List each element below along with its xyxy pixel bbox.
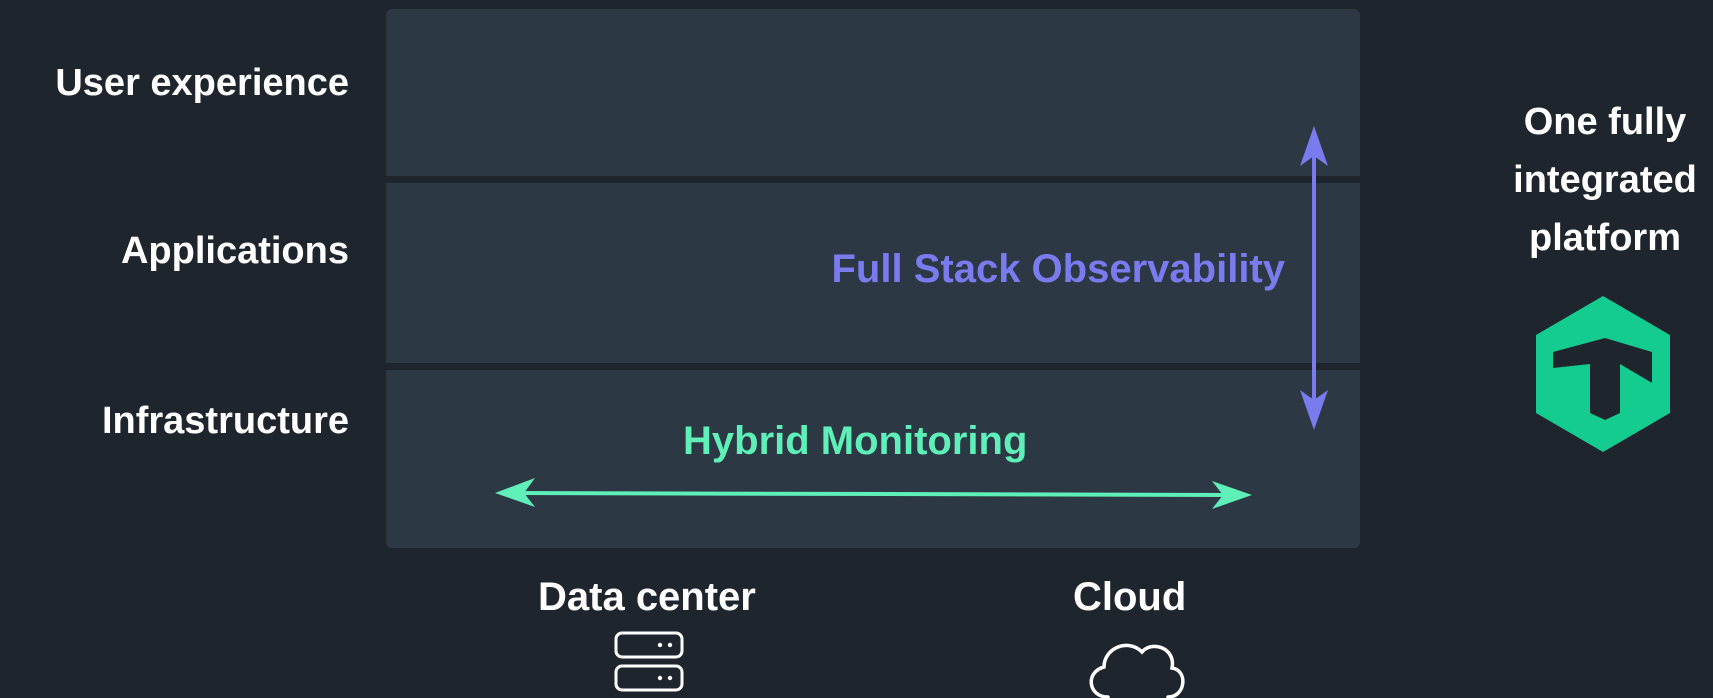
- hybrid-arrow: [495, 478, 1252, 509]
- diagram-canvas: User experience Applications Infrastruct…: [0, 0, 1713, 698]
- data-center-label: Data center: [538, 575, 756, 619]
- hexagon-logo-icon: [1536, 296, 1670, 452]
- platform-line-2: integrated: [1513, 159, 1697, 201]
- cloud-label: Cloud: [1073, 575, 1187, 619]
- full-stack-arrow: [1300, 126, 1328, 430]
- hybrid-label: Hybrid Monitoring: [683, 419, 1028, 463]
- platform-line-1: One fully: [1523, 101, 1687, 143]
- platform-line-3: platform: [1529, 217, 1681, 259]
- cloud-icon: [1089, 643, 1185, 698]
- platform-caption: One fully integrated platform: [1490, 93, 1713, 267]
- server-icon: [614, 631, 684, 692]
- full-stack-label: Full Stack Observability: [831, 247, 1286, 291]
- arrows-layer: [495, 126, 1670, 698]
